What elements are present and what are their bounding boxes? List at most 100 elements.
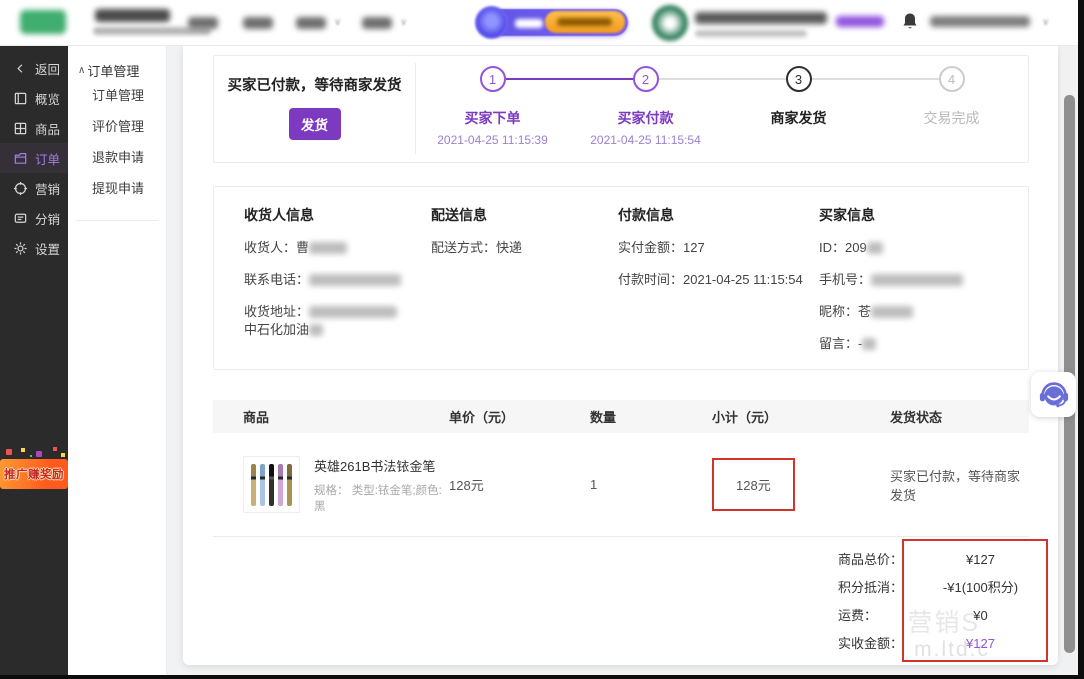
- main-page: 营销S m.ltd.c 买家已付款，等待商家发货 发货 1 买家下单: [166, 45, 1078, 675]
- sidebar-item-settings[interactable]: 设置: [0, 233, 68, 263]
- submenu-item-withdrawal-requests[interactable]: 提现申请: [68, 174, 166, 204]
- sidebar-item-label: 返回: [35, 59, 60, 78]
- buyer-phone: 手机号：: [819, 271, 1028, 289]
- store-logo: [652, 5, 688, 41]
- product-text: 英雄261B书法铱金笔 规格： 类型:铱金笔;颜色:黑: [314, 456, 449, 514]
- redacted-text: [871, 274, 963, 286]
- sidebar-item-label: 分销: [35, 209, 60, 228]
- order-detail-panel: 营销S m.ltd.c 买家已付款，等待商家发货 发货 1 买家下单: [183, 45, 1058, 665]
- paid-amount: 实付金额：127: [618, 239, 819, 257]
- chevron-down-icon: ∨: [334, 17, 341, 28]
- step-connector-1-2: [506, 78, 633, 80]
- table-header-product: 商品: [243, 407, 449, 426]
- overview-icon: [13, 91, 28, 106]
- summary-value-points: -¥1(100积分): [913, 577, 1048, 598]
- summary-label-total: 商品总价：: [838, 549, 913, 570]
- step-circle: 1: [480, 66, 506, 92]
- buyer-id: ID：209: [819, 239, 1028, 257]
- table-header-row: 商品 单价（元） 数量 小计（元） 发货状态: [213, 400, 1029, 433]
- sidebar-item-orders[interactable]: 订单: [0, 143, 68, 173]
- pen-swatch: [269, 464, 274, 506]
- payment-time: 付款时间：2021-04-25 11:15:54: [618, 271, 819, 289]
- chevron-down-icon: ∨: [400, 17, 407, 28]
- receiver-name: 收货人：曹: [244, 239, 431, 257]
- upgrade-link-redacted[interactable]: [836, 16, 884, 27]
- order-stepper: 1 买家下单 2021-04-25 11:15:39 2 买家付款 2021-0…: [416, 56, 1028, 162]
- redacted-text: [871, 306, 913, 318]
- sidebar-item-overview[interactable]: 概览: [0, 83, 68, 113]
- brand-logo[interactable]: [20, 10, 66, 34]
- table-header-subtotal: 小计（元）: [712, 407, 890, 426]
- sidebar-item-back[interactable]: 返回: [0, 53, 68, 83]
- sidebar-item-goods[interactable]: 商品: [0, 113, 68, 143]
- summary-value-shipping: ¥0: [913, 605, 1048, 626]
- promo-reward-banner[interactable]: 推广赚奖励: [0, 445, 68, 501]
- sidebar-item-distribution[interactable]: 分销: [0, 203, 68, 233]
- order-info-card: 收货人信息 收货人：曹 联系电话： 收货地址：中石化加油 配送信息 配送方式：快…: [213, 186, 1029, 370]
- order-status-card: 买家已付款，等待商家发货 发货 1 买家下单 2021-04-25 11:15:…: [213, 55, 1029, 163]
- distribution-icon: [13, 211, 28, 226]
- buyer-message: 留言：-: [819, 335, 1028, 353]
- buyer-info-title: 买家信息: [819, 205, 1028, 225]
- step-circle: 4: [939, 66, 965, 92]
- payment-info-column: 付款信息 实付金额：127 付款时间：2021-04-25 11:15:54: [618, 187, 819, 369]
- back-icon: [13, 61, 28, 76]
- unit-price-cell: 128元: [449, 475, 590, 494]
- status-left: 买家已付款，等待商家发货 发货: [214, 63, 416, 154]
- account-name-redacted[interactable]: [930, 16, 1030, 27]
- summary-label-shipping: 运费：: [838, 605, 913, 626]
- nav-item-3[interactable]: [296, 17, 326, 29]
- vertical-scrollbar: [1063, 45, 1076, 672]
- product-spec: 规格： 类型:铱金笔;颜色:黑: [314, 482, 449, 514]
- pen-swatch: [278, 464, 283, 506]
- submenu-item-review-management[interactable]: 评价管理: [68, 112, 166, 142]
- receiver-info-column: 收货人信息 收货人：曹 联系电话： 收货地址：中石化加油: [244, 187, 431, 369]
- goods-icon: [13, 121, 28, 136]
- step-circle: 3: [786, 66, 812, 92]
- table-header-ship-status: 发货状态: [890, 407, 1029, 426]
- summary-label-points: 积分抵消：: [838, 577, 913, 598]
- receiver-address: 收货地址：中石化加油: [244, 303, 431, 339]
- order-summary: 商品总价： ¥127 积分抵消： -¥1(100积分) 运费： ¥0 实收金额：…: [838, 549, 1048, 654]
- redacted-text: [862, 338, 876, 350]
- delivery-method: 配送方式：快递: [431, 239, 618, 257]
- nav-item-4[interactable]: [362, 17, 392, 29]
- sidebar-item-label: 商品: [35, 119, 60, 138]
- table-header-unit-price: 单价（元）: [449, 407, 590, 426]
- receiver-info-title: 收货人信息: [244, 205, 431, 225]
- promo-orange-text-redacted: [557, 18, 612, 26]
- promo-banner-label: 推广赚奖励: [4, 466, 64, 482]
- submenu-item-refund-requests[interactable]: 退款申请: [68, 143, 166, 173]
- step-circle: 2: [633, 66, 659, 92]
- ship-button[interactable]: 发货: [289, 108, 341, 140]
- sidebar-item-label: 营销: [35, 179, 60, 198]
- summary-label-received: 实收金额：: [838, 633, 913, 654]
- summary-value-total: ¥127: [913, 549, 1048, 570]
- submenu-group-orders[interactable]: ∧ 订单管理: [68, 45, 166, 80]
- redacted-text: [309, 274, 401, 286]
- step-label: 商家发货: [722, 108, 875, 128]
- nav-item-2[interactable]: [243, 17, 273, 29]
- customer-service-button[interactable]: [1031, 372, 1076, 417]
- bell-icon[interactable]: [902, 12, 918, 30]
- step-label: 交易完成: [875, 108, 1028, 128]
- delivery-info-title: 配送信息: [431, 205, 618, 225]
- submenu-item-order-management[interactable]: 订单管理: [68, 81, 166, 111]
- headset-smiley-icon: [1034, 375, 1074, 415]
- promo-pill-button[interactable]: [475, 6, 628, 39]
- sidebar-item-marketing[interactable]: 营销: [0, 173, 68, 203]
- redacted-text: [309, 306, 397, 318]
- promo-text-redacted: [515, 19, 543, 28]
- store-url-redacted: [695, 30, 807, 37]
- step-connector-3-4: [812, 78, 939, 80]
- redacted-text: [867, 242, 883, 254]
- sidebar-item-label: 概览: [35, 89, 60, 108]
- product-cell: 英雄261B书法铱金笔 规格： 类型:铱金笔;颜色:黑: [243, 456, 449, 514]
- sidebar-item-label: 订单: [35, 149, 60, 168]
- nav-item-1[interactable]: [188, 17, 218, 29]
- ship-status-cell: 买家已付款，等待商家发货: [890, 466, 1029, 504]
- receiver-phone: 联系电话：: [244, 271, 431, 289]
- subtotal-cell: 128元: [712, 458, 890, 511]
- subtotal-annotation-box: 128元: [712, 458, 795, 511]
- promo-coin-icon: [475, 6, 508, 39]
